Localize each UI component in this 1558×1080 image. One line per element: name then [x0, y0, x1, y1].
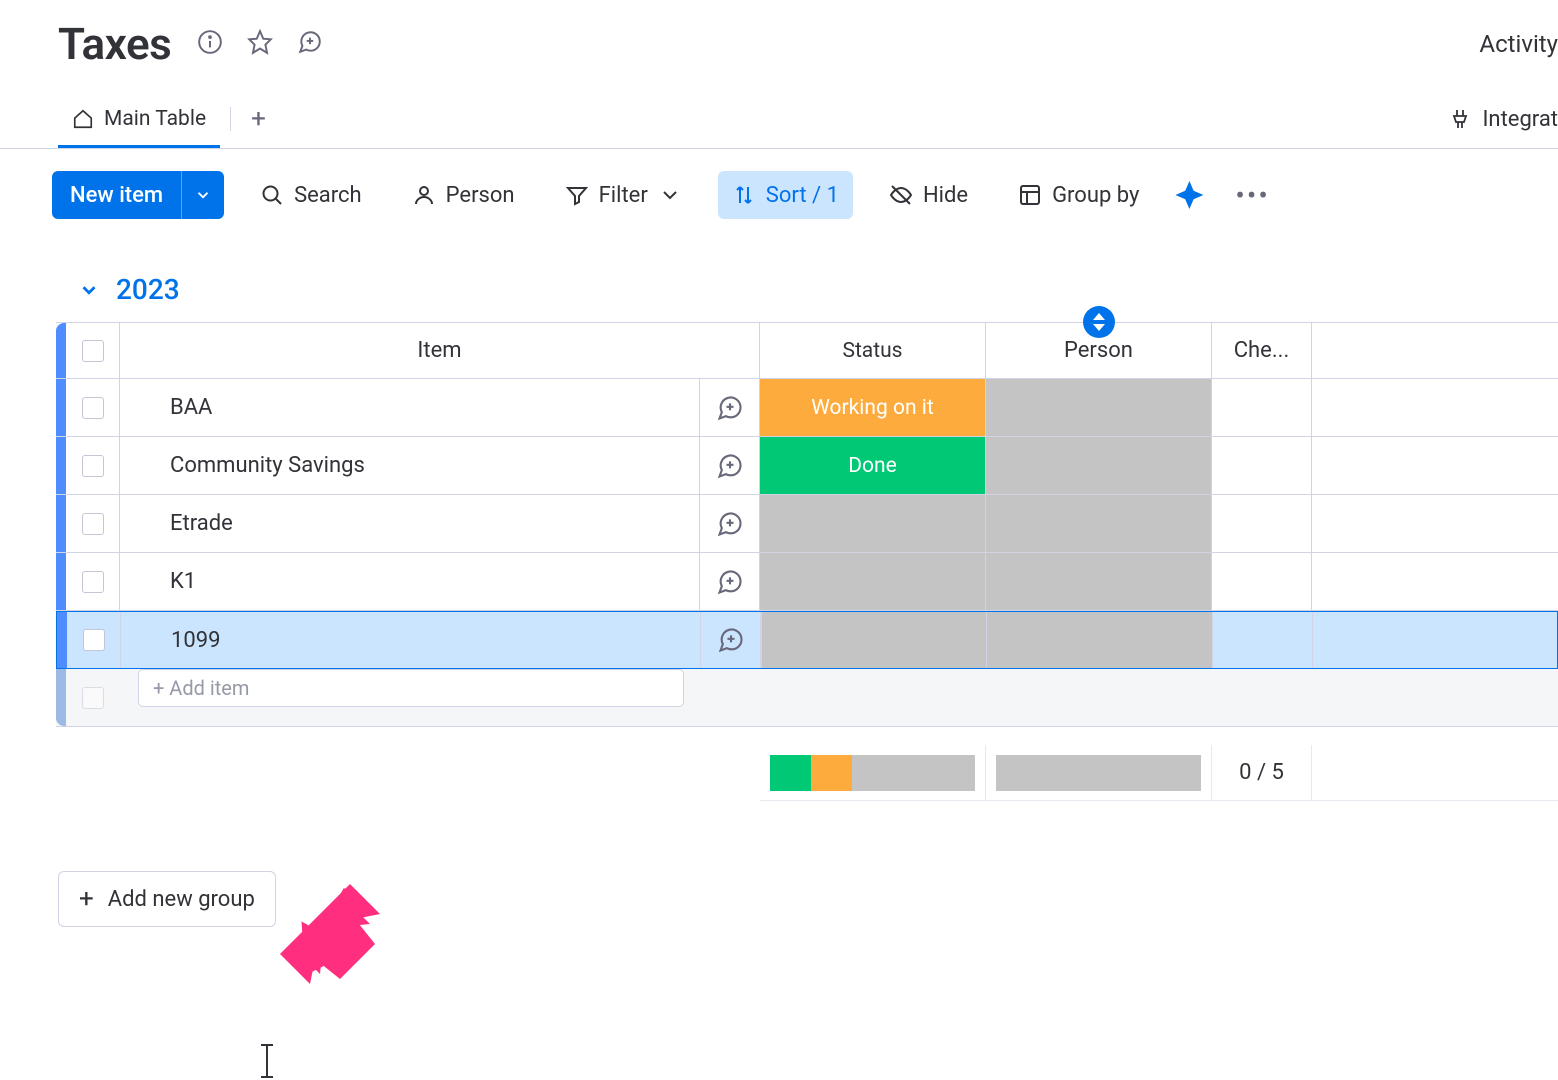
text-cursor-icon: [266, 1046, 268, 1076]
column-header-che[interactable]: Che...: [1212, 323, 1312, 378]
tab-separator: [230, 107, 231, 131]
table-row[interactable]: Etrade: [56, 495, 1558, 553]
person-cell[interactable]: [986, 553, 1212, 610]
summary-person: [986, 745, 1212, 801]
add-tab-button[interactable]: +: [241, 104, 276, 148]
select-all-checkbox[interactable]: [82, 340, 104, 362]
row-checkbox: [82, 687, 104, 709]
che-cell[interactable]: [1212, 495, 1312, 552]
item-name-cell[interactable]: BAA: [120, 379, 700, 436]
group-summary-row: 0 / 5: [0, 745, 1558, 801]
items-table: Item Status Person Che... BAA Working on…: [56, 322, 1558, 727]
new-item-button[interactable]: New item: [52, 171, 224, 219]
summary-status: [760, 745, 986, 801]
new-item-main[interactable]: New item: [52, 171, 181, 219]
integrate-link[interactable]: Integrat: [1448, 107, 1558, 132]
che-cell[interactable]: [1212, 379, 1312, 436]
table-row[interactable]: Community Savings Done: [56, 437, 1558, 495]
person-cell[interactable]: [986, 437, 1212, 494]
table-header-row: Item Status Person Che...: [56, 323, 1558, 379]
ai-sparkle-icon[interactable]: [1175, 181, 1203, 209]
search-button[interactable]: Search: [246, 171, 376, 219]
person-cell[interactable]: [987, 612, 1213, 668]
group-by-button[interactable]: Group by: [1004, 171, 1153, 219]
item-name-cell[interactable]: Etrade: [120, 495, 700, 552]
add-item-input[interactable]: + Add item: [138, 669, 684, 707]
conversation-icon[interactable]: [700, 553, 760, 610]
filter-button[interactable]: Filter: [551, 171, 696, 219]
conversation-icon[interactable]: [700, 437, 760, 494]
activity-link[interactable]: Activity: [1479, 30, 1558, 58]
item-name-cell[interactable]: Community Savings: [120, 437, 700, 494]
group-name[interactable]: 2023: [116, 273, 180, 306]
person-filter-button[interactable]: Person: [398, 171, 529, 219]
conversation-icon[interactable]: [701, 612, 761, 668]
status-cell[interactable]: Done: [760, 437, 986, 494]
che-cell[interactable]: [1212, 437, 1312, 494]
tab-label: Main Table: [104, 107, 206, 131]
tab-main-table[interactable]: Main Table: [58, 107, 220, 148]
person-cell[interactable]: [986, 379, 1212, 436]
sort-button[interactable]: Sort / 1: [718, 171, 853, 219]
row-checkbox[interactable]: [82, 455, 104, 477]
column-header-status[interactable]: Status: [760, 323, 986, 378]
status-cell[interactable]: Working on it: [760, 379, 986, 436]
add-item-row[interactable]: + Add item: [56, 669, 1558, 727]
status-cell[interactable]: [760, 553, 986, 610]
new-item-dropdown[interactable]: [181, 171, 224, 219]
item-name-cell[interactable]: K1: [120, 553, 700, 610]
plus-icon: +: [79, 884, 94, 914]
sort-indicator-icon[interactable]: [1083, 306, 1115, 338]
che-cell[interactable]: [1213, 612, 1313, 668]
star-icon[interactable]: [247, 29, 273, 59]
add-discussion-icon[interactable]: [297, 29, 323, 59]
table-row[interactable]: 1099: [56, 611, 1558, 669]
status-cell[interactable]: [760, 495, 986, 552]
row-checkbox[interactable]: [82, 513, 104, 535]
row-checkbox[interactable]: [82, 397, 104, 419]
info-icon[interactable]: [197, 29, 223, 59]
status-cell[interactable]: [761, 612, 987, 668]
che-cell[interactable]: [1212, 553, 1312, 610]
annotation-arrow-icon: [280, 884, 380, 984]
column-header-item[interactable]: Item: [120, 323, 760, 378]
conversation-icon[interactable]: [700, 495, 760, 552]
group-header[interactable]: 2023: [0, 219, 1558, 322]
row-checkbox[interactable]: [82, 571, 104, 593]
conversation-icon[interactable]: [700, 379, 760, 436]
more-options-button[interactable]: •••: [1225, 179, 1279, 212]
column-header-person[interactable]: Person: [986, 323, 1212, 378]
hide-button[interactable]: Hide: [875, 171, 982, 219]
item-name-cell[interactable]: 1099: [121, 612, 701, 668]
row-checkbox[interactable]: [83, 629, 105, 651]
add-new-group-button[interactable]: + Add new group: [58, 871, 276, 927]
person-cell[interactable]: [986, 495, 1212, 552]
table-row[interactable]: K1: [56, 553, 1558, 611]
table-row[interactable]: BAA Working on it: [56, 379, 1558, 437]
board-title[interactable]: Taxes: [58, 18, 171, 70]
summary-che: 0 / 5: [1212, 745, 1312, 801]
